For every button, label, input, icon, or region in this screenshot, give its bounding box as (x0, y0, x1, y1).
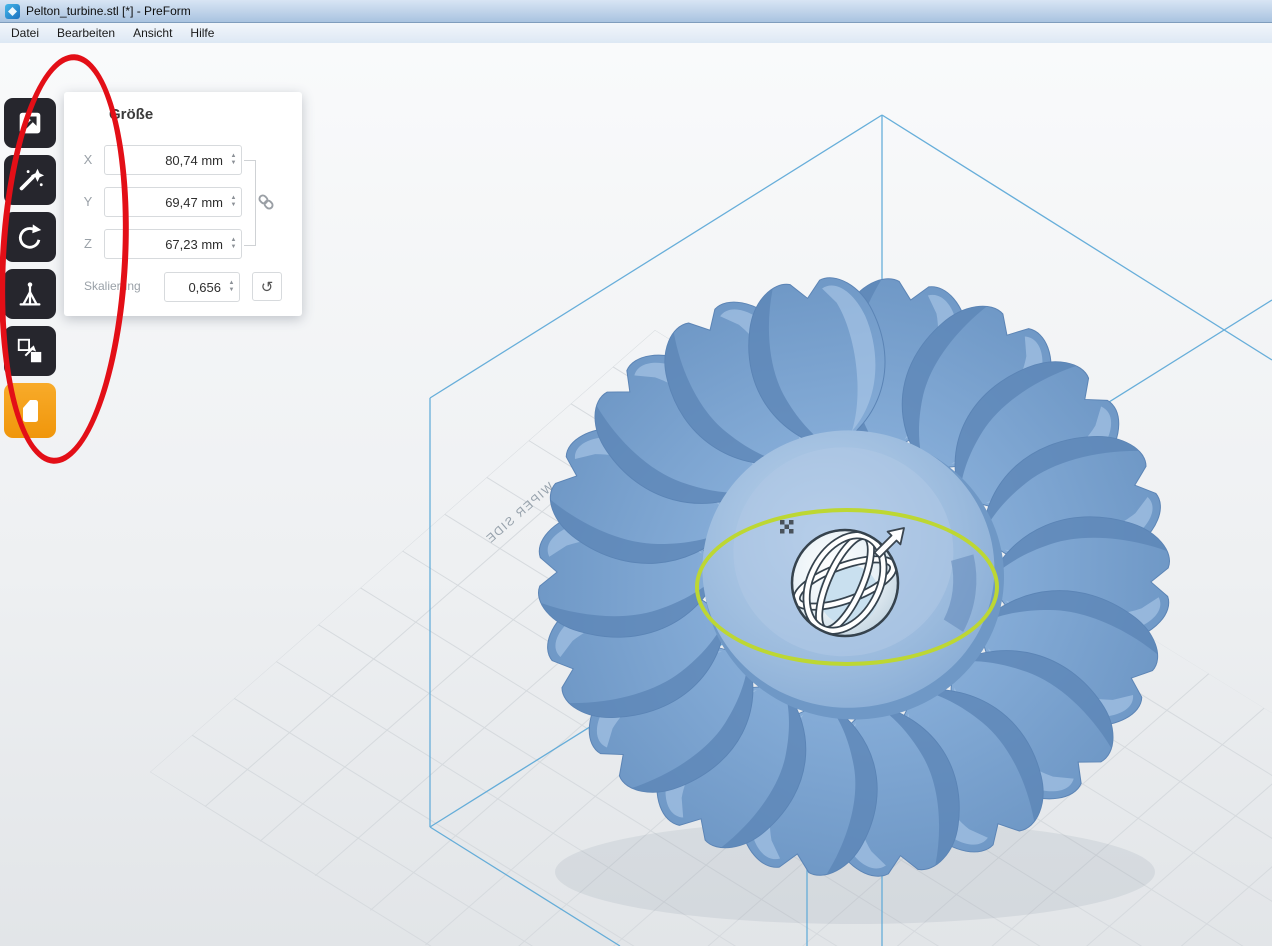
spin-up-icon[interactable]: ▲ (226, 237, 241, 244)
spin-down-icon[interactable]: ▼ (226, 160, 241, 167)
titlebar[interactable]: Pelton_turbine.stl [*] - PreForm (0, 0, 1272, 23)
spin-up-icon[interactable]: ▲ (226, 195, 241, 202)
spin-up-icon[interactable]: ▲ (226, 153, 241, 160)
size-z-spinner: ▲ ▼ (226, 230, 241, 258)
scale-factor-field[interactable]: ▲ ▼ (164, 272, 240, 302)
size-x-field[interactable]: ▲ ▼ (104, 145, 242, 175)
scale-tool-icon (15, 108, 45, 138)
preform-window: WIPER SIDE (0, 0, 1272, 946)
size-y-input[interactable] (105, 188, 226, 216)
spin-down-icon[interactable]: ▼ (224, 287, 239, 294)
size-y-field[interactable]: ▲ ▼ (104, 187, 242, 217)
scale-factor-input[interactable] (165, 273, 224, 301)
menu-item-hilfe[interactable]: Hilfe (181, 24, 223, 42)
menubar: Datei Bearbeiten Ansicht Hilfe (0, 23, 1272, 43)
spin-up-icon[interactable]: ▲ (224, 280, 239, 287)
size-z-field[interactable]: ▲ ▼ (104, 229, 242, 259)
print-button[interactable] (4, 383, 56, 438)
size-panel: Größe X ▲ ▼ Y ▲ ▼ Z ▲ ▼ (64, 92, 302, 316)
size-z-input[interactable] (105, 230, 226, 258)
axis-label-x: X (80, 145, 96, 175)
axis-label-z: Z (80, 229, 96, 259)
uniform-scale-bracket (244, 160, 256, 246)
rotate-tool-icon (15, 222, 45, 252)
menu-item-ansicht[interactable]: Ansicht (124, 24, 181, 42)
scale-spinner: ▲ ▼ (224, 273, 239, 301)
uniform-scale-link-button[interactable] (257, 193, 275, 211)
layout-tool-icon (15, 336, 45, 366)
print-cartridge-icon (14, 395, 46, 427)
magic-wand-orient-icon (15, 165, 45, 195)
supports-tool-button[interactable] (4, 269, 56, 319)
size-x-input[interactable] (105, 146, 226, 174)
menu-item-datei[interactable]: Datei (2, 24, 48, 42)
chain-link-icon (257, 193, 275, 211)
layout-tool-button[interactable] (4, 326, 56, 376)
orient-tool-button[interactable] (4, 155, 56, 205)
spin-down-icon[interactable]: ▼ (226, 202, 241, 209)
size-panel-title: Größe (109, 106, 153, 123)
menu-item-bearbeiten[interactable]: Bearbeiten (48, 24, 124, 42)
rotate-tool-button[interactable] (4, 212, 56, 262)
axis-label-y: Y (80, 187, 96, 217)
app-icon (5, 4, 20, 19)
size-x-spinner: ▲ ▼ (226, 146, 241, 174)
reset-icon: ↺ (261, 278, 274, 296)
scale-tool-button[interactable] (4, 98, 56, 148)
scale-label: Skalierung (84, 272, 141, 301)
spin-down-icon[interactable]: ▼ (226, 244, 241, 251)
reset-scale-button[interactable]: ↺ (252, 272, 282, 301)
size-y-spinner: ▲ ▼ (226, 188, 241, 216)
supports-tool-icon (15, 279, 45, 309)
window-title: Pelton_turbine.stl [*] - PreForm (26, 4, 191, 18)
left-toolbar (4, 98, 56, 376)
